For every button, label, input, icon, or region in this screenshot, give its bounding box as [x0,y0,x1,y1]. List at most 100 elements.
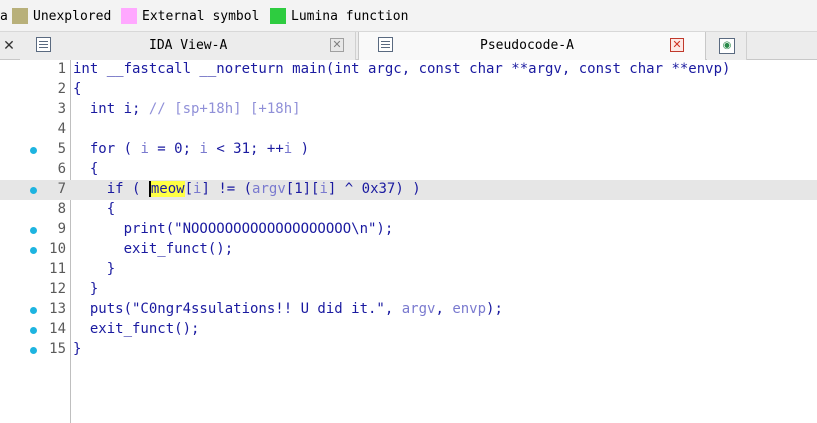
legend-label: a [0,8,8,24]
legend-label: Unexplored [33,8,112,24]
tab-label: IDA View-A [149,38,228,53]
legend-label: Lumina function [291,8,409,24]
code-token: [ [184,181,194,197]
line-number: 15 [49,341,66,357]
code-line[interactable]: 12 } [0,280,817,300]
code-text[interactable]: { [73,161,98,177]
breakpoint-dot-icon[interactable] [30,247,37,254]
legend-item-external-symbol: External symbol [121,7,259,25]
code-text[interactable]: for ( i = 0; i < 31; ++i ) [73,141,309,157]
close-tab-icon[interactable]: ✕ [670,38,684,52]
code-token: exit_funct(); [73,321,200,337]
tab-bar: ✕ IDA View-A ✕ Pseudocode-A ✕ ◉ [0,32,817,60]
close-icon[interactable]: ✕ [0,34,18,58]
code-token: { [73,81,82,97]
code-line[interactable]: 15 } [0,340,817,360]
code-token: , [435,301,453,317]
variable-token[interactable]: argv [252,181,286,197]
line-number: 12 [49,281,66,297]
breakpoint-dot-icon[interactable] [30,327,37,334]
legend-bar: a Unexplored External symbol Lumina func… [0,0,817,32]
tab-label: Pseudocode-A [480,38,574,53]
variable-token[interactable]: i [284,141,292,157]
tab-pseudocode-a[interactable]: Pseudocode-A ✕ [358,32,706,60]
code-line-current[interactable]: 7 if ( meow[i] != (argv[1][i] ^ 0x37) ) [0,180,817,200]
code-token: ); [486,301,503,317]
breakpoint-dot-icon[interactable] [30,227,37,234]
highlighted-identifier[interactable]: eow [159,181,185,197]
code-token: } [73,261,116,277]
variable-token[interactable]: i [140,141,148,157]
highlighted-identifier[interactable]: m [148,181,160,197]
code-token: int __fastcall __noreturn main(int argc,… [73,61,731,77]
code-token: ] ^ 0x37) ) [327,181,421,197]
code-token: puts("C0ngr4ssulations!! U did it.", [73,301,402,317]
variable-token[interactable]: i [319,181,327,197]
line-number: 1 [57,61,66,77]
line-number: 2 [57,81,66,97]
line-number: 10 [49,241,66,257]
code-text[interactable]: } [73,261,115,277]
code-text[interactable]: puts("C0ngr4ssulations!! U did it.", arg… [73,301,503,317]
code-text[interactable]: int __fastcall __noreturn main(int argc,… [73,61,730,77]
code-line[interactable]: 11 } [0,260,817,280]
code-text[interactable]: int i; // [sp+18h] [+18h] [73,101,301,117]
code-line[interactable]: 1 int __fastcall __noreturn main(int arg… [0,60,817,80]
code-line[interactable]: 10 exit_funct(); [0,240,817,260]
code-text[interactable]: } [73,341,81,357]
variable-token[interactable]: argv [402,301,436,317]
code-token: < 31; ++ [207,141,284,157]
code-line[interactable]: 13 puts("C0ngr4ssulations!! U did it.", … [0,300,817,320]
code-line[interactable]: 4 [0,120,817,140]
lumina-function-swatch [270,8,286,24]
code-line[interactable]: 8 { [0,200,817,220]
pseudocode-view-icon [378,37,393,52]
code-token: if ( [73,181,149,197]
breakpoint-dot-icon[interactable] [30,187,37,194]
pseudocode-editor[interactable]: 1 int __fastcall __noreturn main(int arg… [0,60,817,423]
code-token: = 0; [148,141,200,157]
line-number: 8 [57,201,66,217]
variable-token[interactable]: envp [452,301,486,317]
tab-extra-view[interactable]: ◉ [707,32,747,60]
hex-view-icon: ◉ [719,38,735,54]
code-text[interactable]: { [73,201,115,217]
code-token: ] != ( [201,181,253,197]
legend-label: External symbol [142,8,260,24]
line-number: 4 [57,121,66,137]
code-text[interactable]: { [73,81,81,97]
breakpoint-dot-icon[interactable] [30,147,37,154]
code-token: } [73,341,82,357]
code-line[interactable]: 2 { [0,80,817,100]
close-tab-icon[interactable]: ✕ [330,38,344,52]
code-token: ) [292,141,310,157]
line-number: 6 [57,161,66,177]
disassembly-view-icon [36,37,51,52]
code-line[interactable]: 3 int i; // [sp+18h] [+18h] [0,100,817,120]
tab-ida-view-a[interactable]: IDA View-A ✕ [20,32,356,60]
code-text[interactable]: } [73,281,98,297]
code-line[interactable]: 5 for ( i = 0; i < 31; ++i ) [0,140,817,160]
code-token: { [73,161,99,177]
code-token: print("NOOOOOOOOOOOOOOOOOOO\n"); [73,221,394,237]
code-line[interactable]: 6 { [0,160,817,180]
line-number: 9 [57,221,66,237]
code-text[interactable]: exit_funct(); [73,321,200,337]
line-number: 7 [57,181,66,197]
code-line[interactable]: 9 print("NOOOOOOOOOOOOOOOOOOO\n"); [0,220,817,240]
external-symbol-swatch [121,8,137,24]
breakpoint-dot-icon[interactable] [30,307,37,314]
breakpoint-dot-icon[interactable] [30,347,37,354]
line-number: 11 [49,261,66,277]
code-text[interactable]: if ( meow[i] != (argv[1][i] ^ 0x37) ) [73,181,421,197]
code-line[interactable]: 14 exit_funct(); [0,320,817,340]
legend-item-unexplored: Unexplored [12,7,111,25]
code-text[interactable]: exit_funct(); [73,241,234,257]
legend-item-lumina-function: Lumina function [270,7,408,25]
code-token: exit_funct(); [73,241,234,257]
code-text[interactable]: print("NOOOOOOOOOOOOOOOOOOO\n"); [73,221,394,237]
code-comment: // [sp+18h] [+18h] [148,101,301,117]
code-token: [1][ [285,181,320,197]
variable-token[interactable]: i [199,141,207,157]
line-number: 14 [49,321,66,337]
